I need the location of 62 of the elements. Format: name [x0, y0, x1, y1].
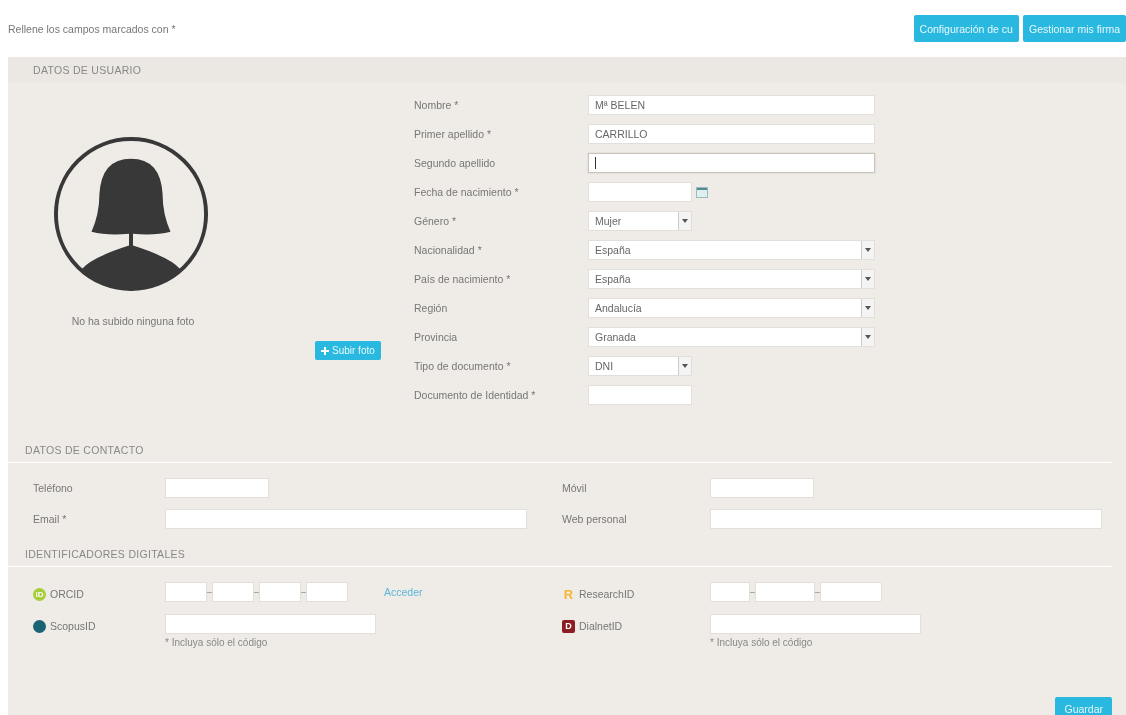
dropdown[interactable]: Granada: [588, 327, 875, 347]
field-label: Nombre *: [414, 98, 460, 113]
field-label: Género *: [414, 214, 458, 229]
field-label: Fecha de nacimiento *: [414, 185, 520, 200]
section-title: DATOS DE USUARIO: [8, 57, 1126, 83]
field-label: Email *: [33, 512, 68, 527]
field-label: Nacionalidad *: [414, 243, 483, 258]
caret-icon: [865, 277, 871, 281]
text-field[interactable]: [165, 582, 207, 602]
field-label: ScopusID: [50, 620, 96, 632]
photo-caption: No ha subido ninguna foto: [70, 315, 196, 327]
field-label: País de nacimiento *: [414, 272, 512, 287]
dropdown[interactable]: España: [588, 240, 875, 260]
avatar-icon: [52, 135, 210, 293]
caret-icon: [865, 248, 871, 252]
caret-icon: [682, 364, 688, 368]
section-title: DATOS DE CONTACTO: [8, 435, 1112, 463]
instruction-text: Rellene los campos marcados con *: [7, 22, 177, 35]
field-label: Web personal: [562, 512, 628, 527]
caret-icon: [865, 306, 871, 310]
dropdown[interactable]: DNI: [588, 356, 692, 376]
field-label: Móvil: [562, 481, 588, 496]
caret-icon: [865, 335, 871, 339]
text-field[interactable]: [710, 582, 750, 602]
text-field[interactable]: [710, 614, 921, 634]
text-field[interactable]: [755, 582, 815, 602]
text-field[interactable]: [306, 582, 348, 602]
text-field[interactable]: [212, 582, 254, 602]
field-label: Región: [414, 301, 449, 316]
text-field[interactable]: [165, 478, 269, 498]
text-field[interactable]: [710, 509, 1102, 529]
orcid-icon: iD: [33, 587, 46, 601]
field-label: Segundo apellido: [414, 156, 497, 171]
field-label: Teléfono: [33, 481, 74, 496]
text-field[interactable]: [259, 582, 301, 602]
caret-icon: [682, 219, 688, 223]
text-field[interactable]: [710, 478, 814, 498]
letter-icon: R: [562, 587, 575, 601]
field-label: Primer apellido *: [414, 127, 493, 142]
text-field[interactable]: [165, 509, 527, 529]
text-field[interactable]: [820, 582, 882, 602]
calendar-icon[interactable]: [696, 186, 708, 198]
dropdown[interactable]: Andalucía: [588, 298, 875, 318]
field-label: ORCID: [50, 588, 84, 600]
section-title: IDENTIFICADORES DIGITALES: [8, 539, 1112, 567]
field-label: DialnetID: [579, 620, 623, 632]
text-field[interactable]: Mª BELEN: [588, 95, 875, 115]
field-label: Documento de Identidad *: [414, 388, 537, 403]
dropdown[interactable]: España: [588, 269, 875, 289]
text-field[interactable]: [588, 153, 875, 173]
field-label: Tipo de documento *: [414, 359, 512, 374]
field-note: * Incluya sólo el código: [165, 637, 269, 648]
dropdown[interactable]: Mujer: [588, 211, 692, 231]
plus-icon: [321, 346, 329, 355]
field-label: Provincia: [414, 330, 459, 345]
text-field[interactable]: [165, 614, 376, 634]
field-label: ResearchID: [579, 588, 635, 600]
date-field[interactable]: [588, 182, 692, 202]
letter-icon: D: [562, 619, 575, 633]
text-field[interactable]: [588, 385, 692, 405]
field-note: * Incluya sólo el código: [710, 637, 814, 648]
text-field[interactable]: CARRILLO: [588, 124, 875, 144]
